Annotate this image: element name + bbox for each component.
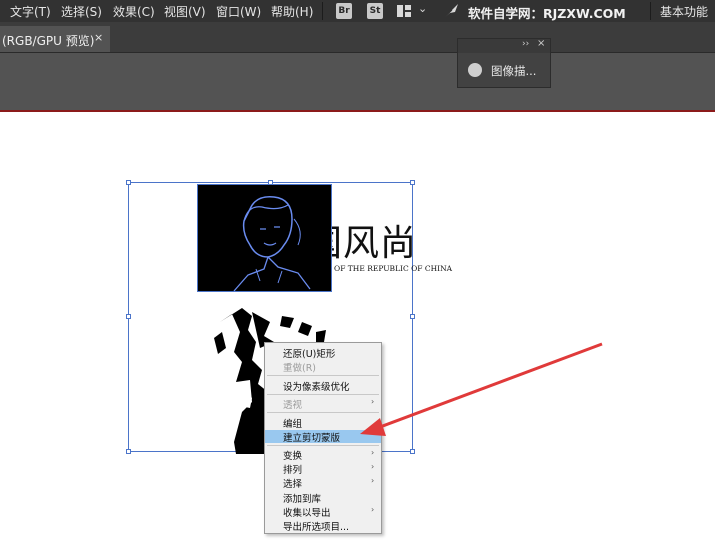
menu-help[interactable]: 帮助(H) [271,3,313,20]
document-tab[interactable]: (RGB/GPU 预览) × [0,26,110,52]
image-trace-button[interactable]: 图像描... [491,63,536,79]
menu-separator [650,2,651,20]
collapse-icon[interactable]: ›› [522,39,529,49]
menu-divider [267,445,379,446]
menu-item-collect-for-export[interactable]: 收集以导出 › [265,505,381,519]
menu-separator [322,2,323,20]
traced-portrait[interactable] [197,184,332,292]
bridge-icon[interactable]: Br [336,3,352,19]
menu-select[interactable]: 选择(S) [61,3,102,20]
menu-view[interactable]: 视图(V) [164,3,206,20]
resize-handle[interactable] [126,314,131,319]
chevron-down-icon[interactable]: ⌄ [418,2,427,15]
resize-handle[interactable] [410,180,415,185]
menu-bar: 文字(T) 选择(S) 效果(C) 视图(V) 窗口(W) 帮助(H) Br S… [0,0,715,22]
menu-item-add-to-library[interactable]: 添加到库 [265,491,381,505]
menu-effect[interactable]: 效果(C) [113,3,155,20]
menu-type[interactable]: 文字(T) [10,3,51,20]
submenu-arrow-icon: › [371,476,375,485]
resize-handle[interactable] [410,449,415,454]
close-icon[interactable]: × [537,38,545,49]
menu-item-export-selection[interactable]: 导出所选项目... [265,519,381,533]
workspace-switcher[interactable]: 基本功能 [660,3,708,20]
brand-watermark: 软件自学网：RJZXW.COM [468,6,626,21]
image-trace-icon[interactable] [468,63,482,77]
document-tab-label: (RGB/GPU 预览) [2,34,95,48]
menu-item-select[interactable]: 选择 › [265,476,381,490]
resize-handle[interactable] [126,180,131,185]
menu-item-transform[interactable]: 变换 › [265,448,381,462]
image-trace-panel: ›› × 图像描... [457,38,551,88]
menu-item-arrange[interactable]: 排列 › [265,462,381,476]
artboard-subline: ION OF THE REPUBLIC OF CHINA [316,264,453,273]
close-icon[interactable]: × [94,31,103,44]
portrait-outline-icon [233,196,311,292]
control-panel [0,53,715,112]
submenu-arrow-icon: › [371,462,375,471]
resize-handle[interactable] [410,314,415,319]
menu-window[interactable]: 窗口(W) [216,3,261,20]
feather-icon[interactable] [442,3,460,19]
annotation-arrow-icon [360,342,603,436]
stock-icon[interactable]: St [367,3,383,19]
layout-grid-icon[interactable] [397,5,411,17]
resize-handle[interactable] [126,449,131,454]
document-tab-bar: (RGB/GPU 预览) × [0,22,715,53]
submenu-arrow-icon: › [371,505,375,514]
submenu-arrow-icon: › [371,448,375,457]
